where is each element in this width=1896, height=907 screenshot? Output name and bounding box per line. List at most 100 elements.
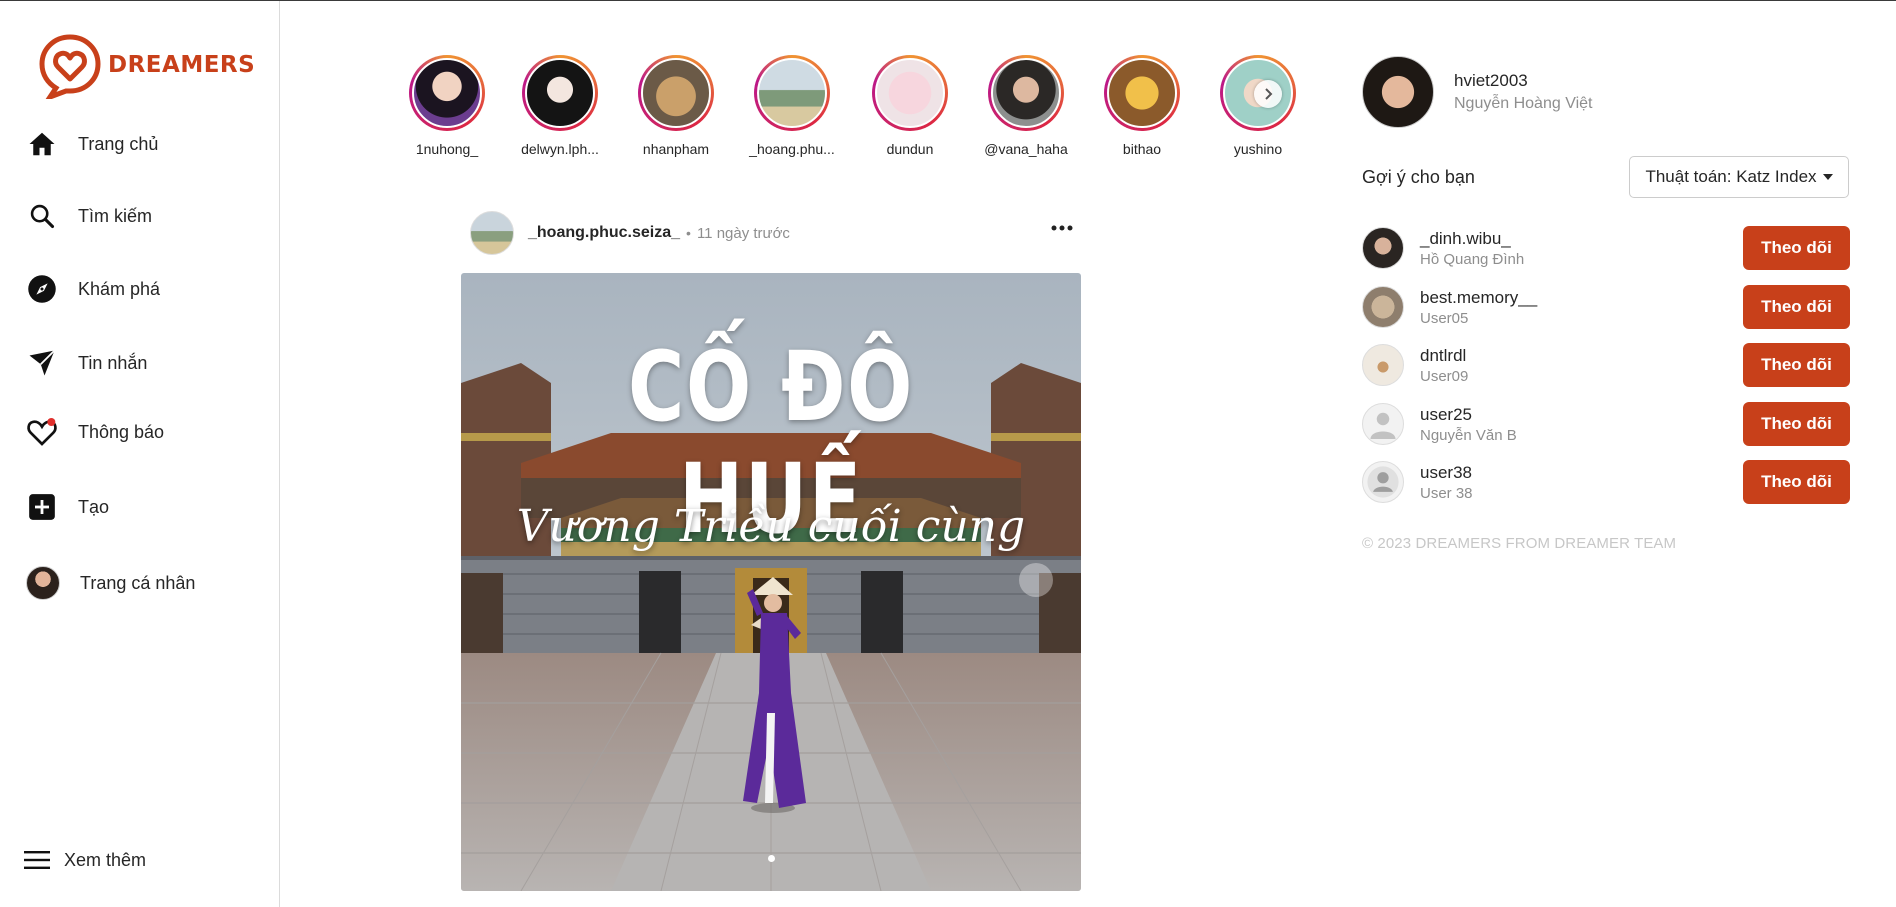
paper-plane-icon	[26, 347, 58, 379]
avatar	[26, 566, 60, 600]
story-avatar	[875, 58, 945, 128]
story-ring	[409, 55, 485, 131]
suggestion-username[interactable]: dntlrdl	[1420, 346, 1743, 366]
menu-icon	[24, 844, 52, 876]
suggestion-fullname: Hồ Quang Đình	[1420, 250, 1525, 268]
post-more-button[interactable]	[1044, 216, 1080, 240]
suggestion-avatar[interactable]	[1362, 286, 1404, 328]
top-border	[0, 0, 1896, 1]
story-avatar	[757, 58, 827, 128]
nav-home[interactable]: Trang chủ	[26, 128, 158, 160]
story-item[interactable]: bithao	[1087, 55, 1197, 157]
nav-create[interactable]: Tạo	[26, 491, 109, 523]
default-avatar-icon[interactable]	[1362, 461, 1404, 503]
suggestion-row: best.memory__ User05 Theo dõi	[1362, 284, 1850, 330]
suggestion-fullname: Nguyễn Văn B	[1420, 426, 1517, 444]
post-author-username[interactable]: _hoang.phuc.seiza_	[528, 224, 680, 242]
nav-create-label: Tạo	[78, 496, 110, 517]
suggestion-username[interactable]: user38	[1420, 463, 1743, 483]
suggestion-avatar[interactable]	[1362, 227, 1404, 269]
chevron-right-icon	[1265, 88, 1273, 100]
suggestion-fullname: User 38	[1420, 484, 1473, 502]
post-image-subtitle: Vương Triều cuối cùng	[516, 501, 1026, 552]
post-image[interactable]: CỐ ĐÔ HUẾ Vương Triều cuối cùng	[461, 273, 1081, 891]
nav-home-label: Trang chủ	[78, 133, 159, 154]
story-item[interactable]: yushino	[1203, 55, 1313, 157]
story-username: delwyn.lph...	[521, 141, 599, 157]
default-avatar-icon[interactable]	[1362, 403, 1404, 445]
logo-icon	[39, 34, 101, 99]
stories-next-button[interactable]	[1254, 80, 1282, 108]
logo[interactable]: DREAMERS	[36, 31, 255, 99]
story-username: @vana_haha	[984, 141, 1068, 157]
story-avatar	[412, 58, 482, 128]
story-username: 1nuhong_	[415, 141, 479, 157]
story-avatar	[641, 58, 711, 128]
footer-copyright: © 2023 DREAMERS FROM DREAMER TEAM	[1362, 535, 1677, 552]
story-username: bithao	[1122, 141, 1162, 157]
story-item[interactable]: delwyn.lph...	[505, 55, 615, 157]
suggestion-username[interactable]: best.memory__	[1420, 288, 1743, 308]
story-avatar	[1107, 58, 1177, 128]
suggestion-row: dntlrdl User09 Theo dõi	[1362, 342, 1850, 388]
suggestion-row: user38 User 38 Theo dõi	[1362, 459, 1850, 505]
carousel-indicator-dot	[768, 855, 775, 862]
suggestion-username[interactable]: _dinh.wibu_	[1420, 229, 1743, 249]
search-icon	[26, 200, 58, 232]
compass-icon	[26, 273, 58, 305]
suggestion-row: _dinh.wibu_ Hồ Quang Đình Theo dõi	[1362, 225, 1850, 271]
suggestion-username[interactable]: user25	[1420, 405, 1743, 425]
logo-text: DREAMERS	[108, 52, 256, 78]
story-username: dundun	[886, 141, 934, 157]
story-avatar	[991, 58, 1061, 128]
nav-more[interactable]: Xem thêm	[24, 844, 146, 876]
follow-button[interactable]: Theo dõi	[1743, 402, 1850, 446]
story-item[interactable]: dundun	[855, 55, 965, 157]
current-user-fullname: Nguyễn Hoàng Việt	[1454, 95, 1593, 112]
follow-button[interactable]: Theo dõi	[1743, 343, 1850, 387]
nav-search[interactable]: Tìm kiếm	[26, 200, 152, 232]
follow-button[interactable]: Theo dõi	[1743, 285, 1850, 329]
nav-messages-label: Tin nhắn	[78, 352, 148, 373]
story-item[interactable]: _hoang.phu...	[737, 55, 847, 157]
image-next-button[interactable]	[1019, 563, 1053, 597]
story-ring	[988, 55, 1064, 131]
nav-messages[interactable]: Tin nhắn	[26, 347, 147, 379]
nav-explore-label: Khám phá	[78, 278, 161, 299]
story-item[interactable]: nhanpham	[621, 55, 731, 157]
story-username: yushino	[1233, 141, 1283, 157]
suggestion-fullname: User09	[1420, 367, 1469, 385]
post-author-avatar[interactable]	[470, 211, 514, 255]
post-header: _hoang.phuc.seiza_ • 11 ngày trước	[470, 210, 1080, 256]
plus-square-icon	[26, 491, 58, 523]
current-user-username[interactable]: hviet2003	[1454, 71, 1592, 91]
nav-profile-label: Trang cá nhân	[80, 572, 196, 593]
more-options-icon	[1051, 225, 1073, 231]
suggestion-fullname: User05	[1420, 309, 1469, 327]
story-ring	[754, 55, 830, 131]
nav-search-label: Tìm kiếm	[78, 205, 152, 226]
follow-button[interactable]: Theo dõi	[1743, 226, 1850, 270]
algorithm-dropdown[interactable]: Thuật toán: Katz Index	[1629, 156, 1849, 198]
story-username: _hoang.phu...	[749, 141, 835, 157]
nav-notifications[interactable]: Thông báo	[26, 416, 164, 448]
nav-profile[interactable]: Trang cá nhân	[26, 566, 195, 600]
nav-explore[interactable]: Khám phá	[26, 273, 160, 305]
story-item[interactable]: 1nuhong_	[392, 55, 502, 157]
story-ring	[638, 55, 714, 131]
algorithm-dropdown-label: Thuật toán: Katz Index	[1645, 167, 1817, 186]
post-timestamp: 11 ngày trước	[696, 224, 790, 242]
post-separator: •	[686, 225, 691, 241]
story-username: nhanpham	[642, 141, 710, 157]
current-user-avatar[interactable]	[1362, 56, 1434, 128]
nav-notifications-label: Thông báo	[78, 421, 165, 442]
sidebar: DREAMERS Trang chủ Tìm kiếm Khám phá Tin…	[0, 1, 280, 907]
current-user: hviet2003 Nguyễn Hoàng Việt	[1362, 56, 1592, 128]
suggestion-avatar[interactable]	[1362, 344, 1404, 386]
story-item[interactable]: @vana_haha	[971, 55, 1081, 157]
suggestion-row: user25 Nguyễn Văn B Theo dõi	[1362, 401, 1850, 447]
suggestions-title: Gợi ý cho bạn	[1362, 167, 1475, 187]
follow-button[interactable]: Theo dõi	[1743, 460, 1850, 504]
story-ring	[872, 55, 948, 131]
heart-icon	[26, 416, 58, 448]
